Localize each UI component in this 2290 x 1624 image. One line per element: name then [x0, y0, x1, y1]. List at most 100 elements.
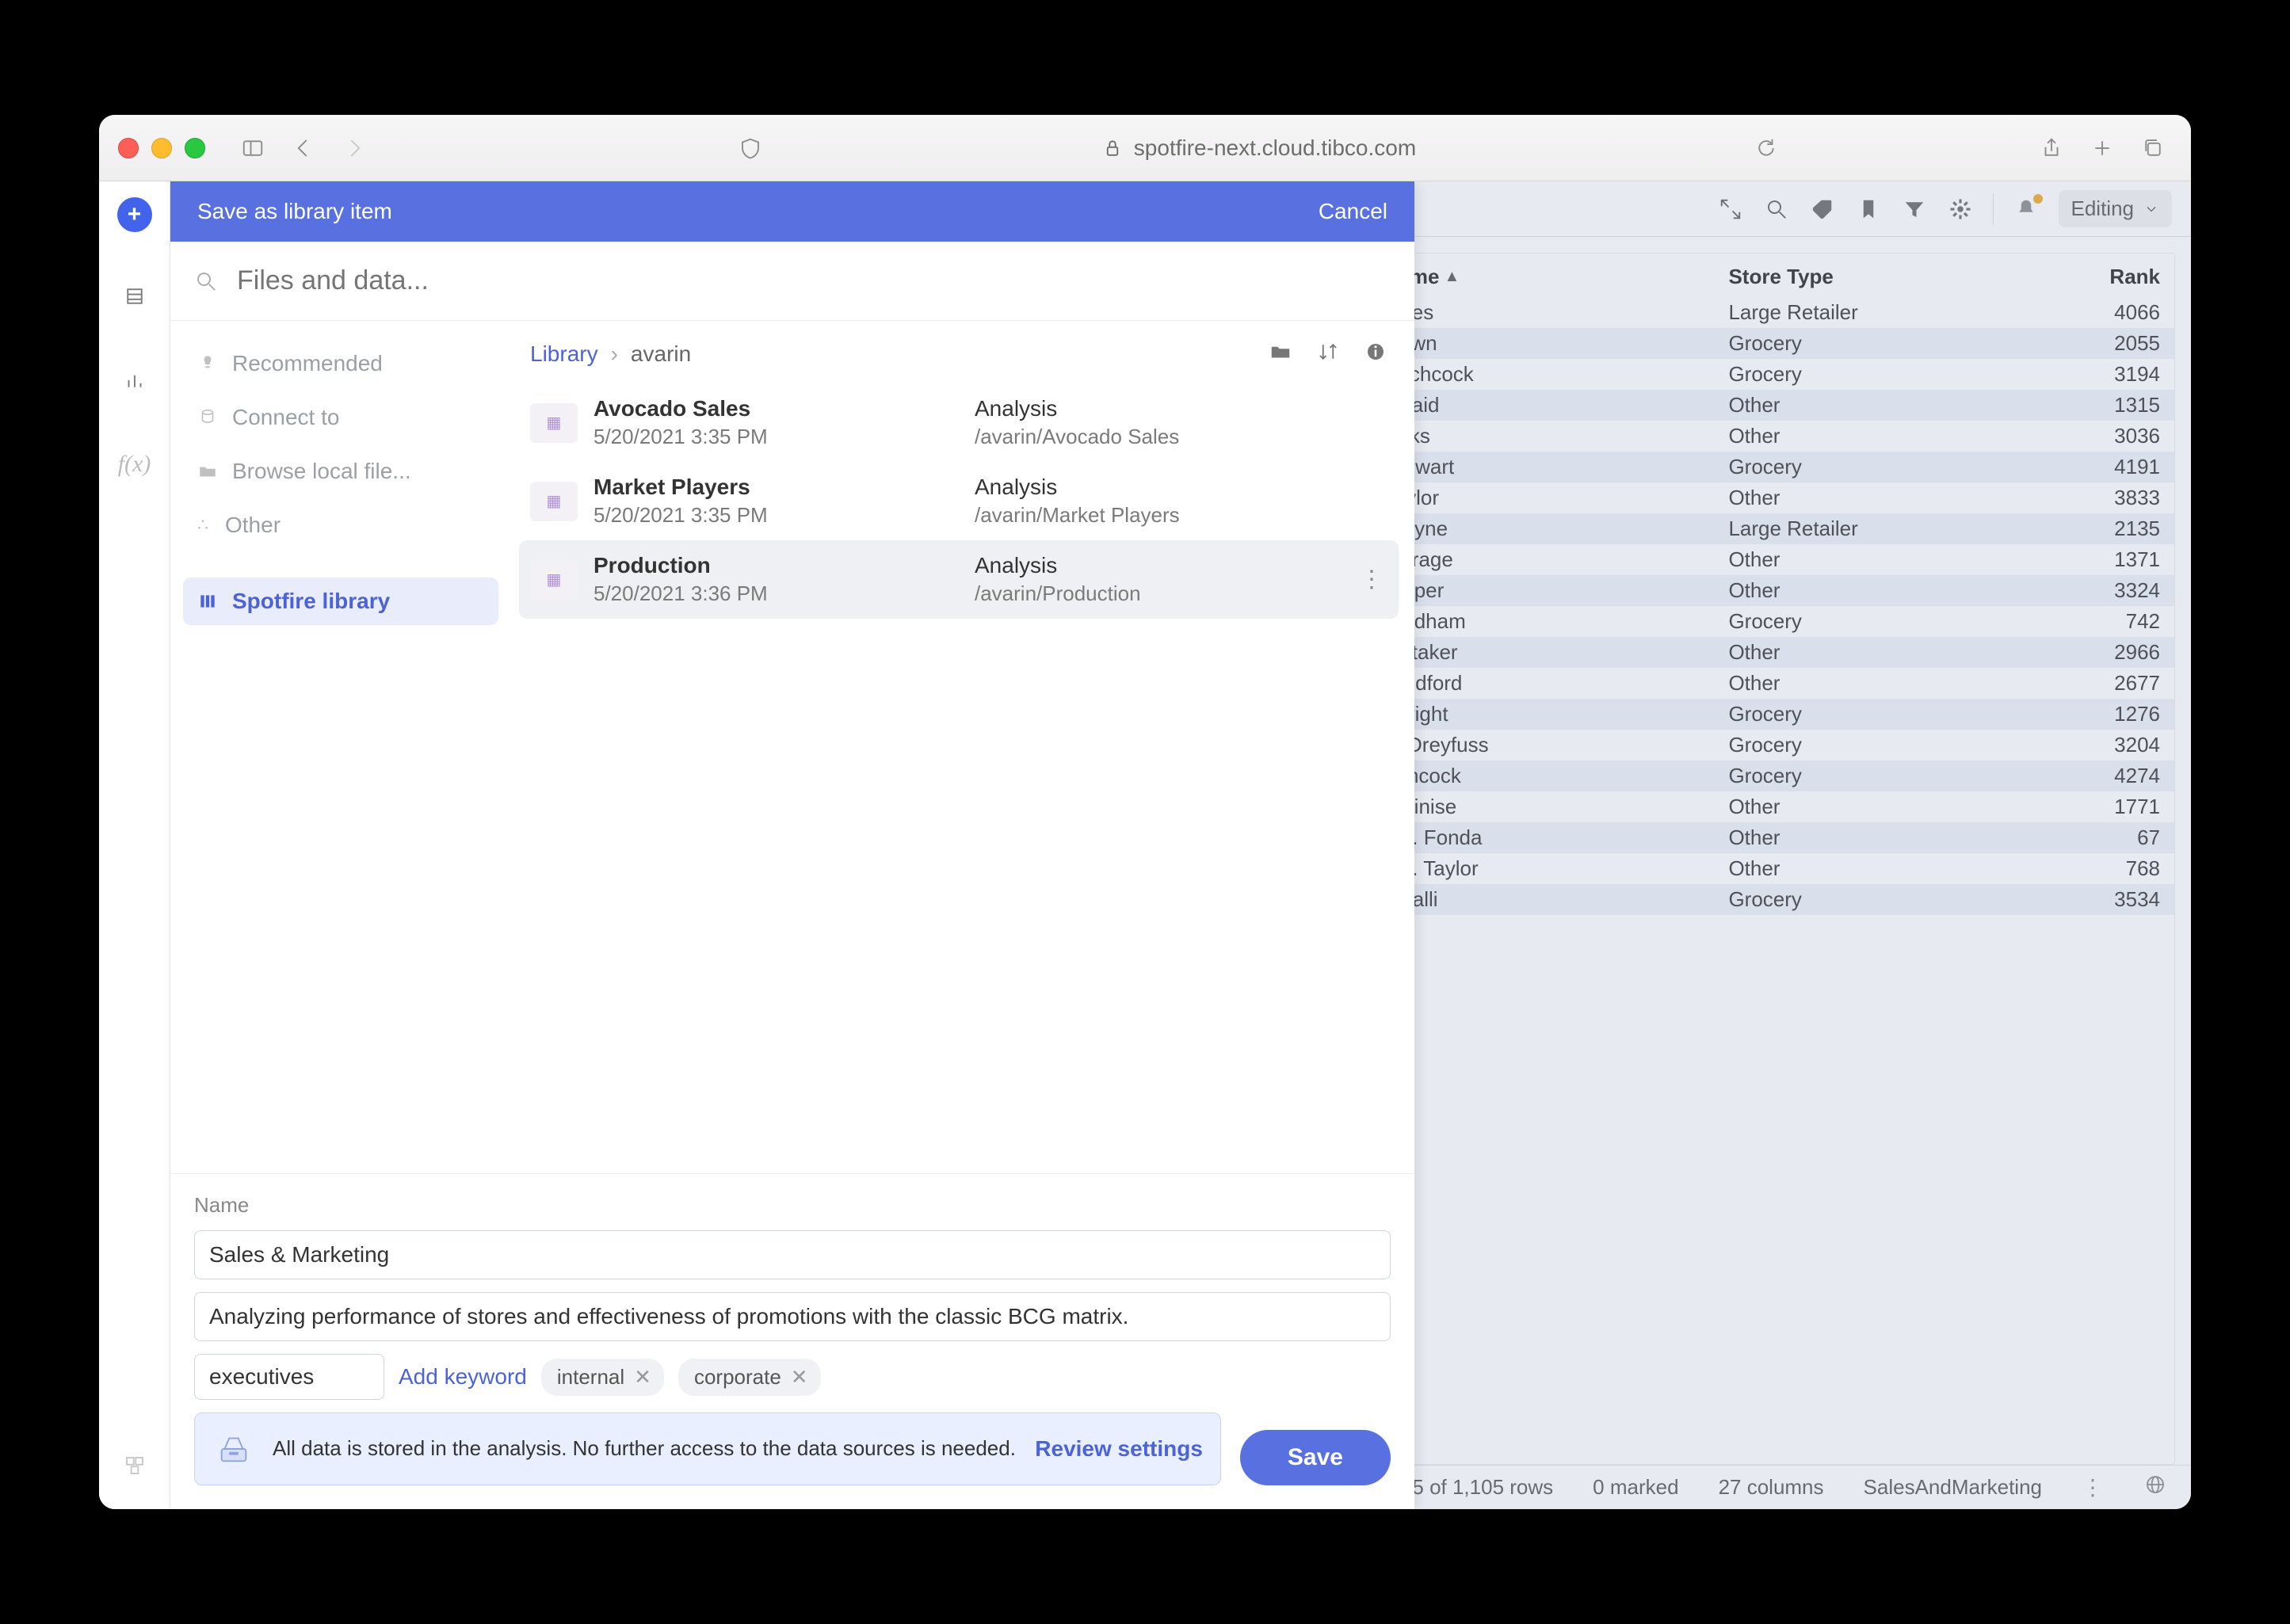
- dialog-footer: Name Add keyword internal✕ corporate✕ Al…: [170, 1173, 1414, 1509]
- cancel-button[interactable]: Cancel: [1319, 199, 1387, 224]
- minimize-window[interactable]: [151, 138, 172, 158]
- remove-chip-icon[interactable]: ✕: [634, 1365, 651, 1390]
- file-row[interactable]: ▦ Market Players 5/20/2021 3:35 PM Analy…: [519, 462, 1399, 540]
- table-header: Store Name▲ Store Type Rank: [1311, 254, 2174, 297]
- review-settings-link[interactable]: Review settings: [1035, 1436, 1203, 1462]
- gear-icon[interactable]: [1947, 196, 1974, 223]
- table-row[interactable]: Andrew V. FondaOther67: [1311, 822, 2174, 853]
- sidebar-item-other[interactable]: ∴ Other: [183, 501, 498, 549]
- keyword-chip[interactable]: corporate✕: [678, 1359, 821, 1396]
- table-row[interactable]: Alfred SaksOther3036: [1311, 421, 2174, 452]
- window-controls: [118, 138, 205, 158]
- shield-icon[interactable]: [731, 129, 769, 167]
- table-row[interactable]: Allan WhitakerOther2966: [1311, 637, 2174, 668]
- tag-icon[interactable]: [1809, 196, 1836, 223]
- table-row[interactable]: Alfred HitchcockGrocery3194: [1311, 359, 2174, 390]
- banner-text: All data is stored in the analysis. No f…: [273, 1435, 1017, 1462]
- bell-icon[interactable]: [2013, 196, 2040, 223]
- close-window[interactable]: [118, 138, 139, 158]
- table-row[interactable]: Andrew SiniseOther1771: [1311, 791, 2174, 822]
- new-folder-icon[interactable]: [1269, 340, 1292, 368]
- table-row[interactable]: Andrew ValliGrocery3534: [1311, 884, 2174, 915]
- save-dialog: Save as library item Cancel Recommended …: [170, 181, 1414, 1509]
- table-row[interactable]: Alfred QuaidOther1315: [1311, 390, 2174, 421]
- forward-button[interactable]: [335, 129, 373, 167]
- browser-window: spotfire-next.cloud.tibco.com: [99, 115, 2191, 1509]
- reload-button[interactable]: [1747, 129, 1785, 167]
- rail-data-icon[interactable]: [115, 276, 155, 316]
- search-icon: [194, 269, 218, 293]
- table-row[interactable]: Aline SchrageOther1371: [1311, 544, 2174, 575]
- dialog-title: Save as library item: [197, 199, 392, 224]
- divider: [1993, 193, 1994, 225]
- file-thumb-icon: ▦: [530, 482, 578, 521]
- sidebar-item-recommended[interactable]: Recommended: [183, 340, 498, 387]
- rail-layout-icon[interactable]: [115, 1446, 155, 1485]
- file-list: ▦ Avocado Sales 5/20/2021 3:35 PM Analys…: [519, 383, 1399, 1173]
- table-row[interactable]: Allan NeedhamGrocery742: [1311, 606, 2174, 637]
- name-label: Name: [194, 1193, 1391, 1218]
- file-row[interactable]: ▦ Avocado Sales 5/20/2021 3:35 PM Analys…: [519, 383, 1399, 462]
- info-icon[interactable]: [1364, 340, 1387, 368]
- save-button[interactable]: Save: [1240, 1430, 1391, 1485]
- table-row[interactable]: Alfred StewartGrocery4191: [1311, 452, 2174, 482]
- filter-icon[interactable]: [1901, 196, 1928, 223]
- rail-viz-icon[interactable]: [115, 360, 155, 400]
- mode-label: Editing: [2071, 196, 2135, 221]
- add-button[interactable]: +: [117, 197, 152, 232]
- address-bar[interactable]: spotfire-next.cloud.tibco.com: [782, 135, 1735, 161]
- sidebar-item-browse[interactable]: Browse local file...: [183, 448, 498, 495]
- table-row[interactable]: Alfred WayneLarge Retailer2135: [1311, 513, 2174, 544]
- table-row[interactable]: Alfred TaylorOther3833: [1311, 482, 2174, 513]
- dialog-sidebar: Recommended Connect to Browse local file…: [170, 321, 511, 1173]
- breadcrumb-root[interactable]: Library: [530, 341, 598, 367]
- info-banner: All data is stored in the analysis. No f…: [194, 1412, 1221, 1485]
- globe-icon[interactable]: [2143, 1473, 2167, 1502]
- url-text: spotfire-next.cloud.tibco.com: [1134, 135, 1416, 161]
- data-table[interactable]: Store Name▲ Store Type Rank Alfred Gries…: [1310, 253, 2175, 1465]
- sort-icon[interactable]: [1316, 340, 1340, 368]
- sidebar-toggle[interactable]: [234, 129, 272, 167]
- status-marked: 0 marked: [1593, 1475, 1678, 1500]
- table-row[interactable]: Amy HitchcockGrocery4274: [1311, 761, 2174, 791]
- status-more[interactable]: ⋮: [2082, 1474, 2104, 1500]
- status-datasource: SalesAndMarketing: [1864, 1475, 2042, 1500]
- search-icon[interactable]: [1763, 196, 1790, 223]
- tabs-button[interactable]: [2134, 129, 2172, 167]
- dialog-search: [170, 242, 1414, 321]
- sidebar-item-library[interactable]: Spotfire library: [183, 578, 498, 625]
- file-more-button[interactable]: ⋮: [1356, 566, 1387, 593]
- titlebar: spotfire-next.cloud.tibco.com: [99, 115, 2191, 181]
- maximize-window[interactable]: [185, 138, 205, 158]
- table-row[interactable]: Andrew V. TaylorOther768: [1311, 853, 2174, 884]
- breadcrumb-current: avarin: [631, 341, 691, 367]
- col-store-type[interactable]: Store Type: [1728, 265, 2065, 289]
- name-input[interactable]: [194, 1230, 1391, 1279]
- keyword-chip[interactable]: internal✕: [541, 1359, 664, 1396]
- keyword-input[interactable]: [194, 1354, 384, 1400]
- expand-icon[interactable]: [1717, 196, 1744, 223]
- file-row[interactable]: ▦ Production 5/20/2021 3:36 PM Analysis …: [519, 540, 1399, 619]
- description-input[interactable]: [194, 1292, 1391, 1341]
- status-cols: 27 columns: [1719, 1475, 1824, 1500]
- storage-icon: [212, 1428, 255, 1470]
- table-row[interactable]: Amanda DreyfussGrocery3204: [1311, 730, 2174, 761]
- add-keyword-button[interactable]: Add keyword: [399, 1364, 527, 1390]
- table-row[interactable]: Althea WrightGrocery1276: [1311, 699, 2174, 730]
- table-row[interactable]: Alfred GriesLarge Retailer4066: [1311, 297, 2174, 328]
- sidebar-item-connect[interactable]: Connect to: [183, 394, 498, 441]
- share-button[interactable]: [2032, 129, 2071, 167]
- remove-chip-icon[interactable]: ✕: [791, 1365, 808, 1390]
- search-input[interactable]: [237, 265, 1391, 296]
- table-row[interactable]: Althea RedfordOther2677: [1311, 668, 2174, 699]
- table-row[interactable]: Allan HopperOther3324: [1311, 575, 2174, 606]
- mode-selector[interactable]: Editing: [2059, 190, 2173, 227]
- rail-fx-icon[interactable]: f(x): [115, 444, 155, 484]
- table-row[interactable]: Alfred HawnGrocery2055: [1311, 328, 2174, 359]
- col-rank[interactable]: Rank: [2065, 265, 2160, 289]
- bookmark-icon[interactable]: [1855, 196, 1882, 223]
- new-tab-button[interactable]: [2083, 129, 2121, 167]
- file-thumb-icon: ▦: [530, 403, 578, 443]
- back-button[interactable]: [284, 129, 323, 167]
- breadcrumb: Library › avarin: [530, 341, 691, 367]
